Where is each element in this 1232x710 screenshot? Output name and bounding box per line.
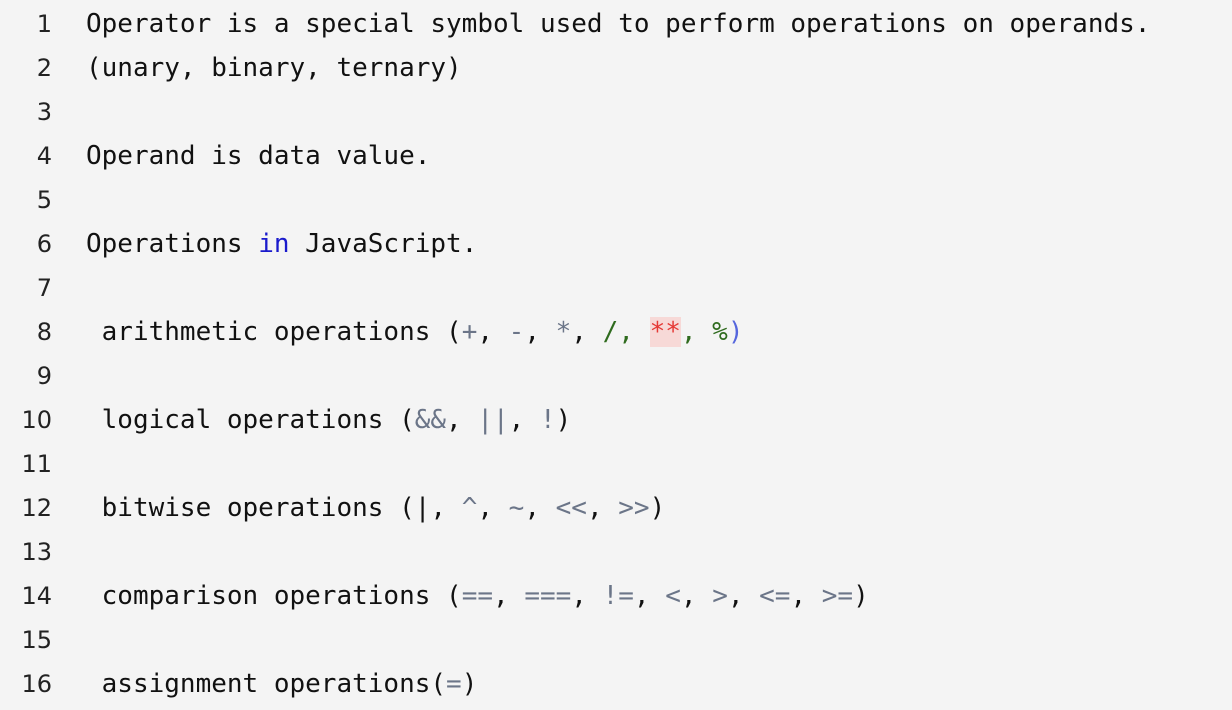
code-token-text: , bbox=[633, 581, 666, 611]
code-token-op: * bbox=[555, 317, 572, 347]
code-token-op: ^ bbox=[461, 493, 478, 523]
code-token-op: >> bbox=[618, 493, 650, 523]
code-line[interactable]: 2 (unary, binary, ternary) bbox=[0, 46, 1232, 90]
code-token-text: Operator is a special symbol used to per… bbox=[86, 9, 1151, 39]
line-content[interactable]: bitwise operations (|, ^, ~, <<, >>) bbox=[86, 486, 666, 530]
code-token-text: , bbox=[680, 581, 713, 611]
code-token-op: <= bbox=[759, 581, 791, 611]
code-token-op: < bbox=[665, 581, 681, 611]
code-token-op: != bbox=[602, 581, 634, 611]
code-token-text: , bbox=[493, 581, 525, 611]
code-token-err: ** bbox=[649, 317, 681, 347]
line-number: 11 bbox=[21, 450, 52, 478]
code-token-text: , bbox=[571, 581, 603, 611]
line-number: 6 bbox=[36, 230, 52, 258]
code-token-text: , bbox=[508, 405, 540, 435]
code-token-op: && bbox=[414, 405, 447, 435]
line-number: 14 bbox=[21, 582, 52, 610]
code-token-text: Operations bbox=[86, 229, 259, 259]
code-token-op: >= bbox=[821, 581, 854, 611]
code-line[interactable]: 12 bitwise operations (|, ^, ~, <<, >>) bbox=[0, 486, 1232, 530]
code-token-op: - bbox=[508, 317, 525, 347]
line-number: 10 bbox=[21, 406, 52, 434]
code-line[interactable]: 16 assignment operations(=) bbox=[0, 662, 1232, 706]
code-token-str: /, bbox=[602, 317, 650, 347]
code-token-text: , bbox=[790, 581, 822, 611]
line-content[interactable]: assignment operations(=) bbox=[86, 662, 478, 706]
code-token-text: bitwise operations (|, bbox=[86, 493, 462, 523]
code-token-text: logical operations ( bbox=[86, 405, 415, 435]
code-token-text: , bbox=[477, 493, 509, 523]
line-content[interactable]: logical operations (&&, ||, !) bbox=[86, 398, 572, 442]
line-number: 15 bbox=[21, 626, 52, 654]
line-number: 4 bbox=[36, 142, 52, 170]
line-content[interactable]: Operator is a special symbol used to per… bbox=[86, 2, 1150, 46]
code-token-text: , bbox=[524, 493, 556, 523]
line-number: 8 bbox=[36, 318, 52, 346]
code-token-text: , bbox=[727, 581, 760, 611]
code-token-op: == bbox=[461, 581, 493, 611]
code-line[interactable]: 3 bbox=[0, 90, 1232, 134]
line-number: 2 bbox=[36, 54, 52, 82]
code-token-op: === bbox=[524, 581, 572, 611]
line-number: 9 bbox=[36, 362, 52, 390]
code-token-text: (unary, binary, ternary) bbox=[86, 53, 462, 83]
code-token-op: ! bbox=[539, 405, 556, 435]
code-token-text: , bbox=[571, 317, 603, 347]
code-token-text: ) bbox=[853, 581, 869, 611]
code-token-op: > bbox=[712, 581, 728, 611]
code-editor[interactable]: 1 Operator is a special symbol used to pe… bbox=[0, 0, 1232, 710]
code-token-op: || bbox=[477, 405, 509, 435]
line-content[interactable]: (unary, binary, ternary) bbox=[86, 46, 462, 90]
code-token-text: ) bbox=[649, 493, 666, 523]
code-line[interactable]: 10 logical operations (&&, ||, !) bbox=[0, 398, 1232, 442]
code-line[interactable]: 5 bbox=[0, 178, 1232, 222]
code-token-op: + bbox=[461, 317, 478, 347]
code-line[interactable]: 6 Operations in JavaScript. bbox=[0, 222, 1232, 266]
code-line[interactable]: 9 bbox=[0, 354, 1232, 398]
code-line[interactable]: 15 bbox=[0, 618, 1232, 662]
code-line[interactable]: 14 comparison operations (==, ===, !=, <… bbox=[0, 574, 1232, 618]
code-token-text: , bbox=[524, 317, 556, 347]
code-token-text: arithmetic operations ( bbox=[86, 317, 462, 347]
code-token-text: JavaScript. bbox=[289, 229, 478, 259]
code-token-text: , bbox=[477, 317, 509, 347]
code-line[interactable]: 4 Operand is data value. bbox=[0, 134, 1232, 178]
code-token-text: assignment operations( bbox=[86, 669, 447, 699]
line-content[interactable]: Operations in JavaScript. bbox=[86, 222, 477, 266]
line-content[interactable]: comparison operations (==, ===, !=, <, >… bbox=[86, 574, 869, 618]
line-number: 12 bbox=[21, 494, 52, 522]
code-line[interactable]: 7 bbox=[0, 266, 1232, 310]
code-token-paren-close: ) bbox=[727, 317, 744, 347]
code-token-text: comparison operations ( bbox=[86, 581, 462, 611]
code-token-str: , % bbox=[680, 317, 728, 347]
line-content[interactable]: arithmetic operations (+, -, *, /, **, %… bbox=[86, 310, 744, 354]
code-token-text: ) bbox=[461, 669, 478, 699]
code-token-op: ~ bbox=[508, 493, 525, 523]
code-line[interactable]: 11 bbox=[0, 442, 1232, 486]
line-number: 5 bbox=[36, 186, 52, 214]
code-token-text: , bbox=[446, 405, 478, 435]
code-line[interactable]: 8 arithmetic operations (+, -, *, /, **,… bbox=[0, 310, 1232, 354]
line-number: 1 bbox=[36, 10, 52, 38]
code-token-op: = bbox=[446, 669, 462, 699]
code-token-text: , bbox=[586, 493, 619, 523]
code-token-text: ) bbox=[555, 405, 572, 435]
line-content[interactable]: Operand is data value. bbox=[86, 134, 430, 178]
line-number: 3 bbox=[36, 98, 52, 126]
code-token-kw: in bbox=[258, 229, 290, 259]
line-number: 16 bbox=[21, 670, 52, 698]
line-number: 7 bbox=[36, 274, 52, 302]
code-line[interactable]: 1 Operator is a special symbol used to pe… bbox=[0, 2, 1232, 46]
code-token-text: Operand is data value. bbox=[86, 141, 431, 171]
line-number: 13 bbox=[21, 538, 52, 566]
code-token-op: << bbox=[555, 493, 587, 523]
code-line[interactable]: 13 bbox=[0, 530, 1232, 574]
